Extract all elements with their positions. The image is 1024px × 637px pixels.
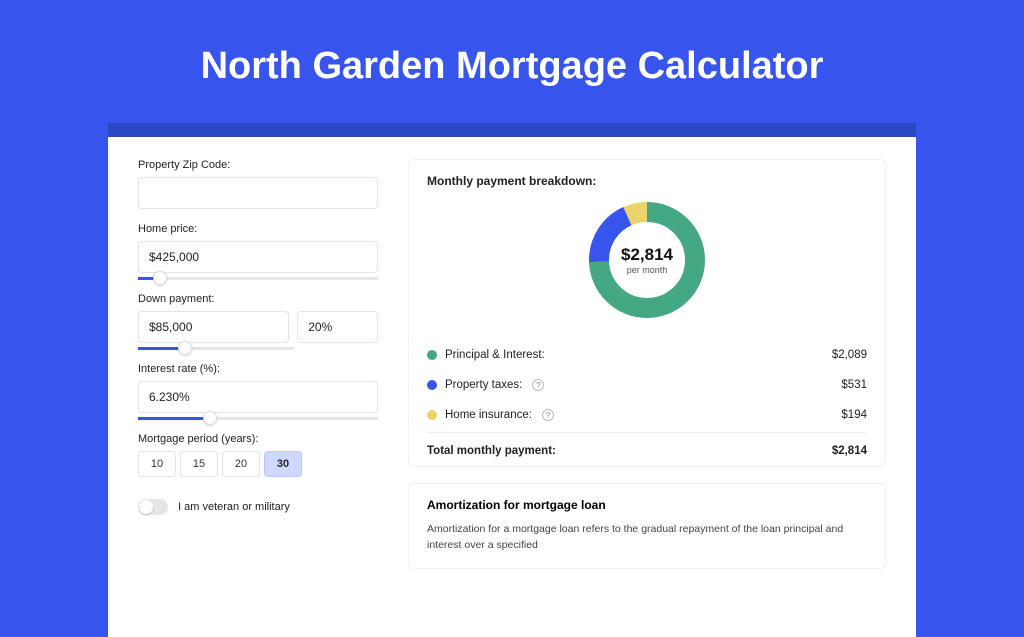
veteran-toggle[interactable]: [138, 499, 168, 515]
home-price-input[interactable]: [138, 241, 378, 273]
interest-rate-slider[interactable]: [138, 417, 378, 419]
donut-chart-wrap: $2,814 per month: [427, 198, 867, 322]
down-payment-amount-input[interactable]: [138, 311, 289, 343]
calculator-card: Property Zip Code: Home price: Down paym…: [108, 137, 916, 637]
breakdown-total-label: Total monthly payment:: [427, 445, 556, 457]
home-price-slider[interactable]: [138, 277, 378, 279]
amortization-title: Amortization for mortgage loan: [427, 498, 867, 512]
breakdown-label-taxes: Property taxes:: [445, 379, 522, 391]
down-payment-percent-input[interactable]: [297, 311, 378, 343]
period-field-group: Mortgage period (years): 10 15 20 30: [138, 433, 378, 477]
amortization-card: Amortization for mortgage loan Amortizat…: [408, 483, 886, 569]
donut-total: $2,814: [621, 245, 673, 265]
donut-chart: $2,814 per month: [585, 198, 709, 322]
page-title: North Garden Mortgage Calculator: [0, 45, 1024, 88]
header-accent-bar: [108, 123, 916, 137]
interest-rate-input[interactable]: [138, 381, 378, 413]
zip-label: Property Zip Code:: [138, 159, 378, 171]
inputs-panel: Property Zip Code: Home price: Down paym…: [138, 159, 378, 615]
period-options: 10 15 20 30: [138, 451, 378, 477]
donut-center: $2,814 per month: [621, 245, 673, 275]
down-payment-label: Down payment:: [138, 293, 378, 305]
legend-dot-principal: [427, 350, 437, 360]
breakdown-total-row: Total monthly payment: $2,814: [427, 432, 867, 466]
home-price-field-group: Home price:: [138, 223, 378, 279]
period-option-30[interactable]: 30: [264, 451, 302, 477]
donut-per-month: per month: [621, 265, 673, 275]
breakdown-total-value: $2,814: [832, 445, 867, 457]
help-icon[interactable]: ?: [532, 379, 544, 391]
breakdown-label-principal: Principal & Interest:: [445, 349, 545, 361]
breakdown-value-taxes: $531: [841, 379, 867, 391]
down-payment-field-group: Down payment:: [138, 293, 378, 349]
amortization-text: Amortization for a mortgage loan refers …: [427, 522, 867, 554]
breakdown-value-principal: $2,089: [832, 349, 867, 361]
interest-rate-field-group: Interest rate (%):: [138, 363, 378, 419]
zip-field-group: Property Zip Code:: [138, 159, 378, 209]
breakdown-value-insurance: $194: [841, 409, 867, 421]
down-payment-slider[interactable]: [138, 347, 294, 349]
results-panel: Monthly payment breakdown: $2,814 per mo…: [408, 159, 886, 615]
breakdown-card: Monthly payment breakdown: $2,814 per mo…: [408, 159, 886, 467]
period-label: Mortgage period (years):: [138, 433, 378, 445]
breakdown-item-insurance: Home insurance: ? $194: [427, 400, 867, 430]
breakdown-label-insurance: Home insurance:: [445, 409, 532, 421]
legend-dot-insurance: [427, 410, 437, 420]
period-option-10[interactable]: 10: [138, 451, 176, 477]
interest-rate-label: Interest rate (%):: [138, 363, 378, 375]
legend-dot-taxes: [427, 380, 437, 390]
period-option-20[interactable]: 20: [222, 451, 260, 477]
home-price-label: Home price:: [138, 223, 378, 235]
page-header: North Garden Mortgage Calculator: [0, 0, 1024, 123]
period-option-15[interactable]: 15: [180, 451, 218, 477]
zip-input[interactable]: [138, 177, 378, 209]
breakdown-item-taxes: Property taxes: ? $531: [427, 370, 867, 400]
veteran-toggle-row: I am veteran or military: [138, 499, 378, 515]
breakdown-title: Monthly payment breakdown:: [427, 174, 867, 188]
veteran-label: I am veteran or military: [178, 501, 290, 513]
breakdown-item-principal: Principal & Interest: $2,089: [427, 340, 867, 370]
help-icon[interactable]: ?: [542, 409, 554, 421]
